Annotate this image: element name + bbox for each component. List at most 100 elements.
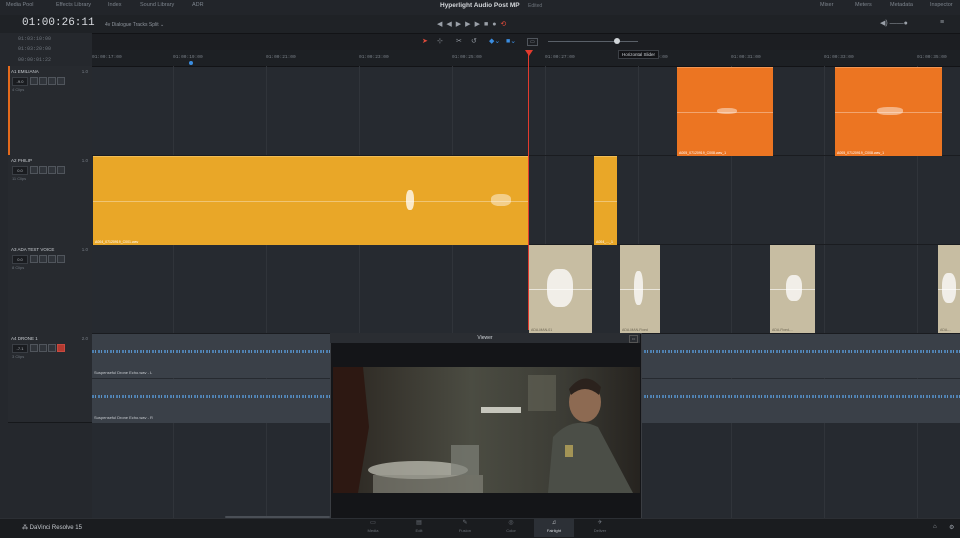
razor-tool-icon[interactable]: ✂	[456, 37, 462, 45]
record-arm-button[interactable]	[30, 166, 38, 174]
track-volume[interactable]: -9.0	[12, 77, 28, 86]
timecode-display: 01:00:26:11	[22, 17, 95, 29]
track-lane-a1[interactable]	[92, 66, 960, 156]
color-icon: ◎	[508, 520, 514, 526]
track-volume[interactable]: 0.0	[12, 166, 28, 175]
menu-icon[interactable]: ≡	[940, 19, 944, 26]
track-name[interactable]: A4 DRONE 1	[11, 336, 38, 341]
solo-button[interactable]	[39, 344, 47, 352]
audio-clip[interactable]: A005_07120919_C008.wav_1	[677, 67, 773, 156]
automation-button[interactable]	[57, 255, 65, 263]
viewer-close-icon[interactable]: ▭	[629, 335, 638, 343]
solo-button[interactable]	[39, 77, 47, 85]
index-button[interactable]: Index	[108, 2, 121, 8]
blue-marker[interactable]	[189, 61, 193, 65]
page-tab-media[interactable]: ▭ Media	[353, 519, 393, 537]
page-tab-label: Edit	[415, 528, 423, 533]
mute-button[interactable]	[48, 77, 56, 85]
track-buttons	[30, 77, 66, 95]
waveform-peak	[942, 273, 956, 303]
sound-library-button[interactable]: Sound Library	[140, 2, 174, 8]
mute-button[interactable]	[48, 255, 56, 263]
ruler-tick: 01:00:17:00	[92, 55, 122, 60]
audio-clip[interactable]: ADA-MAN-Fixed	[620, 245, 660, 333]
audio-clip[interactable]: ADA-MAN-01	[529, 245, 592, 333]
tc-row-1: 01:03:10:00	[18, 36, 52, 42]
adr-button[interactable]: ADR	[192, 2, 204, 8]
horizontal-slider[interactable]	[548, 41, 638, 42]
pointer-tool-icon[interactable]: ➤	[422, 37, 428, 45]
link-tool-icon[interactable]: ↺	[471, 37, 477, 45]
solo-button[interactable]	[39, 255, 47, 263]
mute-button[interactable]	[48, 344, 56, 352]
waveform-peak	[877, 107, 903, 115]
top-menu-bar: Media Pool Effects Library Index Sound L…	[0, 0, 960, 16]
timeline-selector[interactable]: 4v Dialogue Tracks Split ⌄	[105, 22, 164, 28]
tc-row-2: 01:03:20:00	[18, 46, 52, 52]
mute-button[interactable]	[48, 166, 56, 174]
waveform-peak	[634, 271, 643, 305]
track-volume[interactable]: 0.0	[12, 255, 28, 264]
track-lane-a3[interactable]	[92, 244, 960, 334]
fast-forward-icon[interactable]: ▶▶	[456, 21, 475, 28]
audio-clip[interactable]: ADA-...	[938, 245, 960, 333]
record-arm-button[interactable]	[30, 344, 38, 352]
clip-label: A005_07120919_C008.wav_1	[837, 151, 885, 155]
waveform	[594, 201, 617, 202]
effects-library-button[interactable]: Effects Library	[56, 2, 91, 8]
tc-row-3: 00:00:01:22	[18, 57, 52, 63]
automation-button[interactable]	[57, 77, 65, 85]
track-name[interactable]: A2 PHILIP	[11, 158, 32, 163]
track-header-a2[interactable]: A2 PHILIP 1.0 0.0 11 Clips	[8, 155, 92, 245]
edited-status: Edited	[528, 3, 543, 9]
resolve-logo-icon: ⁂	[22, 525, 30, 531]
solo-button[interactable]	[39, 166, 47, 174]
inspector-button[interactable]: Inspector	[930, 2, 953, 8]
mixer-button[interactable]: Mixer	[820, 2, 833, 8]
record-arm-button[interactable]	[30, 77, 38, 85]
range-tool-icon[interactable]: ⊹	[437, 37, 443, 45]
page-tab-fusion[interactable]: ✎ Fusion	[445, 519, 485, 537]
track-header-a3[interactable]: A3 ADA TEST VOICE 1.0 0.0 8 Clips	[8, 244, 92, 334]
metadata-button[interactable]: Metadata	[890, 2, 913, 8]
audio-clip[interactable]: A004_..._1	[594, 156, 617, 245]
stop-icon[interactable]: ■	[484, 21, 492, 28]
track-header-a4[interactable]: A4 DRONE 1 2.0 -7.1 3 Clips	[8, 333, 92, 423]
audio-clip[interactable]: ADA-Fixed-...	[770, 245, 815, 333]
settings-icon[interactable]: ⚙	[949, 524, 954, 531]
track-name[interactable]: A1 EMILIANA	[11, 69, 39, 74]
rewind-icon[interactable]: ◀◀	[437, 21, 456, 28]
horizontal-slider-knob[interactable]	[614, 38, 620, 44]
snap-icon[interactable]: ◆⌄	[489, 37, 500, 45]
clip-label: ADA-MAN-01	[531, 328, 553, 332]
zoom-mode-icon[interactable]: ▭	[527, 38, 538, 46]
track-volume[interactable]: -7.1	[12, 344, 28, 353]
fairlight-icon: ♫	[551, 520, 557, 526]
monitor-volume[interactable]: ◀) ——●	[880, 19, 908, 27]
track-format: 1.0	[81, 158, 88, 163]
flag-icon[interactable]: ■⌄	[506, 37, 516, 45]
play-icon[interactable]: ▶	[475, 21, 484, 28]
track-name[interactable]: A3 ADA TEST VOICE	[11, 247, 54, 252]
track-header-a1[interactable]: A1 EMILIANA 1.0 -9.0 4 Clips	[8, 66, 92, 156]
home-icon[interactable]: ⌂	[933, 524, 937, 530]
page-tab-label: Fairlight	[546, 528, 562, 533]
playhead[interactable]	[528, 50, 529, 330]
transport-controls: ◀◀▶▶▶■●⟲	[437, 20, 510, 28]
automation-button[interactable]	[57, 166, 65, 174]
audio-clip[interactable]: A005_07120919_C008.wav_1	[835, 67, 942, 156]
media-pool-button[interactable]: Media Pool	[6, 2, 34, 8]
meters-button[interactable]: Meters	[855, 2, 872, 8]
track-buttons	[30, 344, 66, 362]
page-tab-label: Color	[506, 528, 516, 533]
loop-icon[interactable]: ⟲	[500, 21, 510, 28]
page-tab-deliver[interactable]: ✈ Deliver	[580, 519, 620, 537]
audio-clip[interactable]: A004_07120919_C001.wav	[93, 156, 529, 245]
record-arm-button[interactable]	[30, 255, 38, 263]
playhead-marker[interactable]	[525, 50, 533, 56]
automation-button[interactable]	[57, 344, 65, 352]
page-tab-fairlight[interactable]: ♫ Fairlight	[534, 519, 574, 537]
page-tab-color[interactable]: ◎ Color	[491, 519, 531, 537]
page-tab-edit[interactable]: ▤ Edit	[399, 519, 439, 537]
ruler-tick: 01:00:19:00	[173, 55, 203, 60]
